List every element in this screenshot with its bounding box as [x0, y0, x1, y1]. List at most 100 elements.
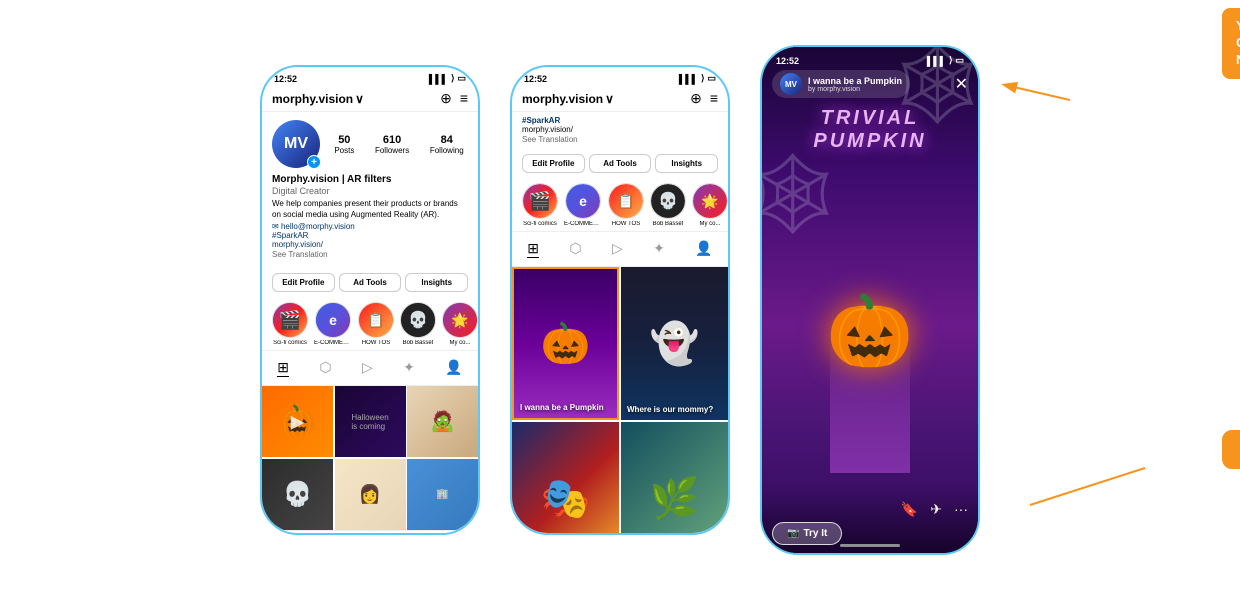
highlight-circle-5: 🌟: [442, 302, 478, 338]
tab-grid-2[interactable]: ⊞: [527, 240, 539, 258]
url-2[interactable]: morphy.vision/: [522, 125, 718, 134]
hashtag-2[interactable]: #SparkAR: [522, 116, 718, 125]
tab-grid-1[interactable]: ⊞: [277, 359, 289, 377]
reel-user-info[interactable]: MV I wanna be a Pumpkin by morphy.vision: [772, 70, 910, 98]
phone-3-inner: 🕸 🕸 TRIVIAL PUMPKIN 🎃 12:52 ▌▌▌ ⟩ ▭: [762, 47, 978, 553]
insights-btn-2[interactable]: Insights: [655, 154, 718, 173]
ig-header-2: morphy.vision ∨ ⊕ ≡: [512, 86, 728, 112]
highlight-2[interactable]: e E-COMMER...: [314, 302, 352, 346]
highlight-2-4[interactable]: 💀 Bob Basset: [650, 183, 686, 227]
spiderweb-left: 🕸: [762, 147, 844, 241]
tab-play-1[interactable]: ▷: [362, 359, 373, 377]
p2-thumb-4: 🌿: [621, 422, 728, 535]
highlight-circle-2-4: 💀: [650, 183, 686, 219]
add-post-icon[interactable]: ⊕: [440, 90, 452, 107]
stats-row-1: 50 Posts 610 Followers 84 Following: [330, 134, 468, 155]
highlight-circle-1: 🎬: [272, 302, 308, 338]
grid-item-6[interactable]: 🏢: [407, 459, 478, 530]
tab-play-2[interactable]: ▷: [612, 240, 623, 258]
highlight-3[interactable]: 📋 HOW TOS: [358, 302, 394, 346]
profile-url-1[interactable]: morphy.vision/: [272, 240, 468, 249]
time-1: 12:52: [274, 74, 297, 84]
tab-sparkle-1[interactable]: ✦: [403, 359, 415, 377]
ig-username-2[interactable]: morphy.vision ∨: [522, 92, 614, 106]
time-2: 12:52: [524, 74, 547, 84]
reel-wifi-icon: ⟩: [949, 55, 953, 66]
highlight-2-5[interactable]: 🌟 My co...: [692, 183, 728, 227]
grid-item-5[interactable]: 👩: [335, 459, 406, 530]
reel-header: 12:52 ▌▌▌ ⟩ ▭ MV I wanna be a Pumpkin by…: [762, 47, 978, 102]
nav-tabs-2: ⊞ ⬡ ▷ ✦ 👤: [512, 231, 728, 267]
nav-tabs-1: ⊞ ⬡ ▷ ✦ 👤: [262, 350, 478, 386]
insights-btn-1[interactable]: Insights: [405, 273, 468, 292]
p2-grid-item-3[interactable]: 🎭: [512, 422, 619, 535]
highlight-4[interactable]: 💀 Bob Basset: [400, 302, 436, 346]
p2-grid-item-1[interactable]: 🎃 I wanna be a Pumpkin: [512, 267, 619, 420]
highlight-label-4: Bob Basset: [403, 340, 434, 346]
tab-person-1[interactable]: 👤: [445, 359, 462, 377]
reel-bottom-bar: 🔖 ✈ ··· 📷 Try It: [762, 489, 978, 553]
tab-reels-2[interactable]: ⬡: [569, 240, 581, 258]
stat-following[interactable]: 84 Following: [430, 134, 464, 155]
tab-sparkle-2[interactable]: ✦: [653, 240, 665, 258]
status-bar-1: 12:52 ▌▌▌ ⟩ ▭: [262, 67, 478, 86]
battery-icon-2: ▭: [707, 73, 716, 84]
stat-posts[interactable]: 50 Posts: [334, 134, 354, 155]
grid-item-2[interactable]: Halloweenis coming: [335, 386, 406, 457]
profile-name-1: Morphy.vision | AR filters: [272, 174, 468, 185]
menu-icon[interactable]: ≡: [460, 90, 468, 107]
pumpkin-head: 🎃: [826, 291, 913, 373]
highlight-1[interactable]: 🎬 Sci-fi comics: [272, 302, 308, 346]
wifi-icon-2: ⟩: [701, 73, 705, 84]
edit-profile-btn-1[interactable]: Edit Profile: [272, 273, 335, 292]
highlight-2-3[interactable]: 📋 HOW TOS: [608, 183, 644, 227]
stat-followers[interactable]: 610 Followers: [375, 134, 409, 155]
add-post-icon-2[interactable]: ⊕: [690, 90, 702, 107]
ig-username-1[interactable]: morphy.vision ∨: [272, 92, 364, 106]
status-icons-1: ▌▌▌ ⟩ ▭: [429, 73, 466, 84]
highlight-circle-2-1: 🎬: [522, 183, 558, 219]
see-translation-2[interactable]: See Translation: [522, 135, 718, 144]
reel-avatar: MV: [780, 73, 802, 95]
profile-bio-1: We help companies present their products…: [272, 198, 468, 220]
grid-item-4[interactable]: 💀: [262, 459, 333, 530]
p2-thumb-2: 👻: [621, 267, 728, 420]
p2-grid-item-2[interactable]: 👻 Where is our mommy?: [621, 267, 728, 420]
reel-user-text: by morphy.vision: [808, 86, 902, 93]
p2-grid-item-4[interactable]: 🌿: [621, 422, 728, 535]
tap-box: TAP: [1222, 430, 1240, 469]
highlight-label-1: Sci-fi comics: [273, 340, 307, 346]
edit-profile-btn-2[interactable]: Edit Profile: [522, 154, 585, 173]
header-icons-2: ⊕ ≡: [690, 90, 718, 107]
reel-title-area: TRIVIAL PUMPKIN: [762, 107, 978, 153]
username-chevron-2: ∨: [605, 92, 614, 106]
bookmark-icon[interactable]: 🔖: [901, 501, 918, 518]
profile-hashtag-1[interactable]: #SparkAR: [272, 231, 468, 240]
tab-person-2[interactable]: 👤: [695, 240, 712, 258]
highlight-circle-2: e: [315, 302, 351, 338]
bottom-nav-1: ⌂ 🔍 ⊕ ♡ MV: [262, 530, 478, 535]
ad-tools-btn-1[interactable]: Ad Tools: [339, 273, 402, 292]
try-it-button[interactable]: 📷 Try It: [772, 522, 842, 545]
signal-icon: ▌▌▌: [429, 74, 448, 84]
highlight-2-2[interactable]: e E-COMMER...: [564, 183, 602, 227]
see-translation-1[interactable]: See Translation: [272, 250, 468, 259]
more-icon[interactable]: ···: [954, 501, 968, 518]
avatar-add-icon[interactable]: +: [307, 155, 321, 169]
signal-icon-2: ▌▌▌: [679, 74, 698, 84]
profile-email[interactable]: ✉ ✉ hello@morphy.visionhello@morphy.visi…: [272, 222, 468, 231]
highlight-2-1[interactable]: 🎬 Sci-fi comics: [522, 183, 558, 227]
grid-item-3[interactable]: 🧟: [407, 386, 478, 457]
ad-tools-btn-2[interactable]: Ad Tools: [589, 154, 652, 173]
tab-reels-1[interactable]: ⬡: [319, 359, 331, 377]
close-btn[interactable]: ✕: [955, 74, 968, 94]
send-icon[interactable]: ✈: [930, 501, 942, 518]
battery-icon: ▭: [457, 73, 466, 84]
reel-title-text: I wanna be a Pumpkin: [808, 76, 902, 86]
highlight-label-5: My co...: [449, 340, 470, 346]
avatar-1[interactable]: MV +: [272, 120, 320, 168]
highlight-circle-2-2: e: [565, 183, 601, 219]
menu-icon-2[interactable]: ≡: [710, 90, 718, 107]
grid-item-1[interactable]: 🎃▶: [262, 386, 333, 457]
highlight-5[interactable]: 🌟 My co...: [442, 302, 478, 346]
